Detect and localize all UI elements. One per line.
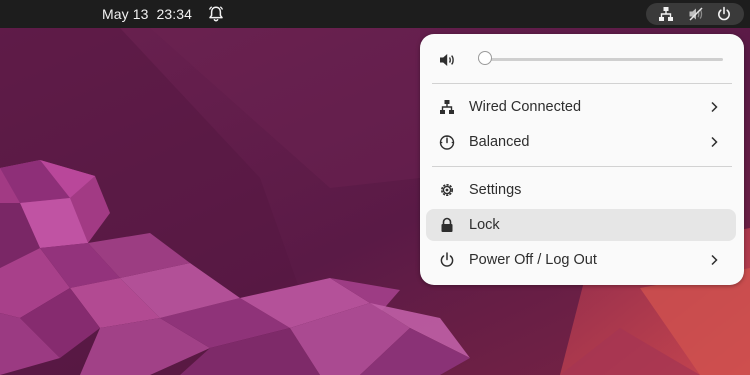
lock-icon <box>441 217 453 232</box>
system-menu-button[interactable] <box>646 3 744 25</box>
menu-item-power-off[interactable]: Power Off / Log Out <box>426 244 736 276</box>
clock-button[interactable]: May 13 23:34 <box>102 0 200 28</box>
volume-icon <box>440 54 454 66</box>
menu-item-label: Balanced <box>469 134 530 150</box>
volume-slider-track[interactable] <box>478 58 723 61</box>
volume-muted-icon <box>689 7 703 21</box>
power-icon <box>440 252 454 267</box>
gear-icon <box>441 184 453 196</box>
menu-item-balanced[interactable]: Balanced <box>426 126 736 158</box>
menu-item-settings[interactable]: Settings <box>426 174 736 206</box>
power-profile-icon <box>439 135 455 150</box>
menu-item-label: Lock <box>469 217 500 233</box>
bell-icon[interactable] <box>207 5 225 23</box>
time-label: 23:34 <box>156 6 193 22</box>
separator <box>432 166 732 167</box>
menu-item-wired-connected[interactable]: Wired Connected <box>426 91 736 123</box>
chevron-right-icon <box>711 101 718 113</box>
menu-item-label: Settings <box>469 182 522 198</box>
power-icon <box>718 6 730 21</box>
separator <box>432 83 732 84</box>
menu-item-lock[interactable]: Lock <box>426 209 736 241</box>
network-icon <box>440 100 454 114</box>
menu-item-label: Wired Connected <box>469 99 582 115</box>
quick-settings-menu: Wired Connected Balanced Settings Lock P… <box>420 34 744 285</box>
chevron-right-icon <box>711 254 718 266</box>
top-bar: May 13 23:34 <box>0 0 750 28</box>
network-icon <box>659 7 673 21</box>
volume-slider-handle[interactable] <box>478 51 492 65</box>
date-label: May 13 <box>102 6 149 22</box>
chevron-right-icon <box>711 136 718 148</box>
menu-item-label: Power Off / Log Out <box>469 252 597 268</box>
